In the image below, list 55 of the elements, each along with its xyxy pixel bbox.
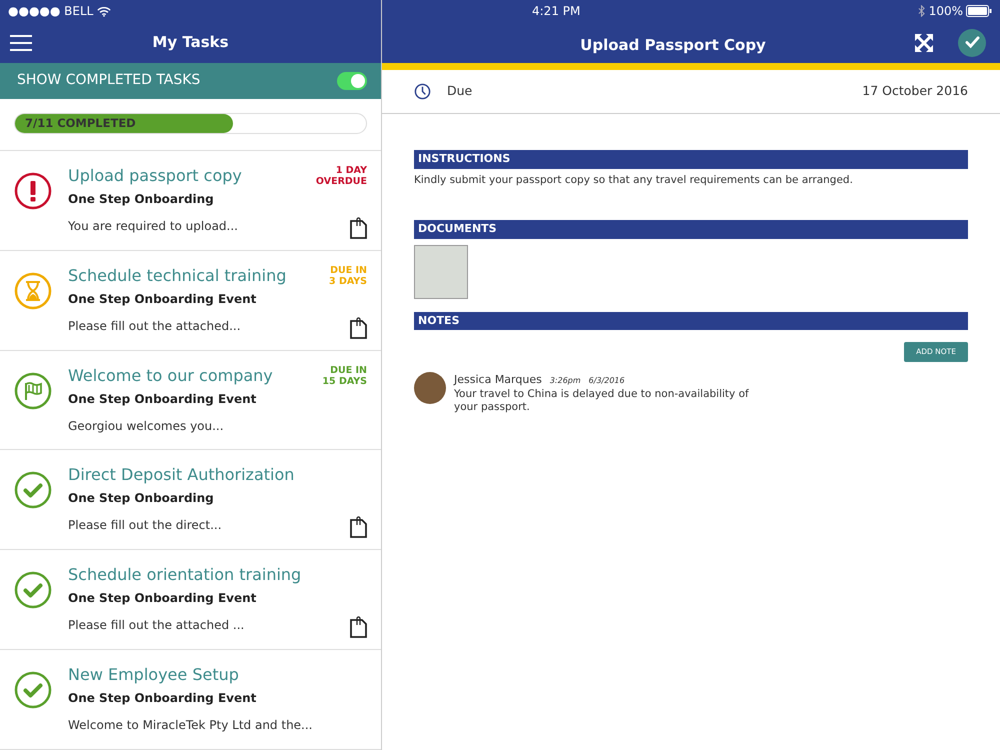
clock-time: 4:21 PM — [532, 3, 580, 20]
section-header: INSTRUCTIONS — [414, 150, 968, 168]
instructions-text: Kindly submit your passport copy so that any travel requirements can be arranged. — [414, 172, 854, 188]
task-title: New Employee Setup — [68, 664, 240, 686]
task-title: Schedule technical training — [68, 264, 288, 287]
avatar — [414, 372, 446, 404]
carrier-label: ●●●●● BELL — [8, 3, 94, 20]
note-date: 6/3/2016 — [588, 374, 625, 386]
toggle-label: SHOW COMPLETED TASKS — [17, 71, 200, 90]
task-item[interactable]: Schedule orientation training One Step Onboarding Event Please fill out the attached ... — [0, 550, 381, 650]
task-title: Welcome to our company — [68, 364, 274, 387]
detail-title: Upload Passport Copy — [579, 35, 767, 56]
due-label: 1 DAY OVERDUE — [316, 164, 367, 187]
task-item[interactable]: Direct Deposit Authorization One Step Onboarding Please fill out the direct... — [0, 450, 381, 550]
note-time: 3:26pm — [550, 374, 581, 386]
menu-icon — [10, 35, 32, 52]
task-summary: Georgiou welcomes you... — [68, 418, 225, 435]
task-summary: Please fill out the attached ... — [68, 617, 246, 634]
due-label: DUE IN 15 DAYS — [322, 364, 367, 387]
check-icon — [964, 36, 980, 49]
task-source: One Step Onboarding Event — [68, 590, 258, 608]
task-summary: Please fill out the attached... — [68, 318, 242, 335]
expand-icon — [914, 33, 934, 54]
task-item[interactable]: Upload passport copy One Step Onboarding You are required to upload... 1 DAY OVERDUE — [0, 150, 381, 251]
due-label: DUE IN 3 DAYS — [329, 264, 367, 287]
task-title: Direct Deposit Authorization — [68, 464, 296, 486]
section-header: DOCUMENTS — [414, 220, 968, 239]
due-date: 17 October 2016 — [862, 82, 968, 100]
task-summary: Please fill out the direct... — [68, 517, 223, 534]
task-summary: You are required to upload... — [68, 218, 239, 235]
progress-fill: 7/11 COMPLETED — [15, 114, 233, 133]
battery-label: 100% — [928, 3, 963, 20]
bluetooth-icon — [918, 5, 925, 17]
wifi-icon — [97, 6, 112, 16]
task-item[interactable]: Welcome to our company One Step Onboarding Event Georgiou welcomes you... DUE IN 15 DAYS — [0, 350, 381, 450]
clock-icon — [414, 83, 431, 100]
battery-icon — [966, 5, 992, 17]
task-summary: Welcome to MiracleTek Pty Ltd and the... — [68, 717, 314, 734]
photo-placeholder — [414, 244, 468, 299]
task-title: Upload passport copy — [68, 164, 243, 187]
task-item[interactable]: New Employee Setup One Step Onboarding Event Welcome to MiracleTek Pty Ltd and the... — [0, 650, 381, 750]
task-title: Schedule orientation training — [68, 564, 302, 586]
note-text: Your travel to China is delayed due to non-availability of your passport. — [454, 388, 750, 414]
task-item[interactable]: Schedule technical training One Step Onboarding Event Please fill out the attached... DUE IN 3 DAYS — [0, 250, 381, 351]
task-source: One Step Onboarding Event — [68, 290, 258, 308]
complete-button[interactable] — [958, 28, 986, 56]
toggle-switch[interactable] — [337, 72, 367, 90]
task-source: One Step Onboarding Event — [68, 690, 258, 708]
task-source: One Step Onboarding — [68, 190, 215, 208]
section-header: NOTES — [414, 312, 968, 330]
note-author: Jessica Marques — [454, 372, 542, 388]
task-source: One Step Onboarding — [68, 490, 215, 508]
header-title: My Tasks — [151, 32, 230, 54]
task-source: One Step Onboarding Event — [68, 390, 258, 408]
due-label: Due — [447, 82, 474, 100]
